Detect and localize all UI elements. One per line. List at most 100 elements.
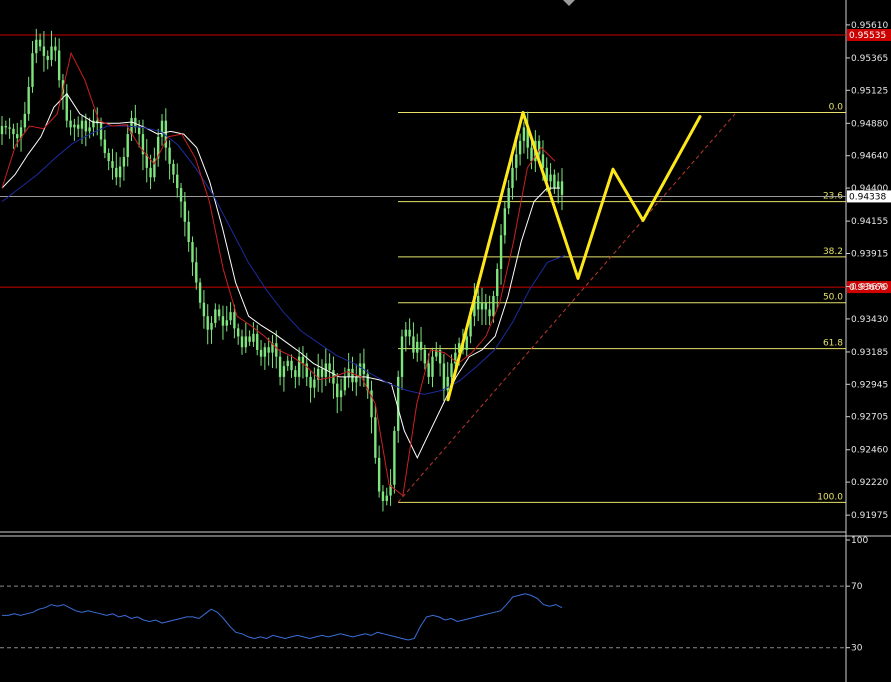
candle-body — [80, 120, 84, 129]
candle-body — [187, 221, 190, 243]
candle-body — [172, 163, 175, 175]
candle-body — [511, 167, 514, 189]
candle-body — [263, 347, 267, 357]
candle-body — [210, 322, 213, 330]
candle-body — [198, 282, 202, 303]
candle-body — [522, 127, 526, 141]
candle-body — [267, 347, 270, 353]
price-tick-label: 0.94400 — [851, 184, 888, 194]
candle-body — [560, 181, 564, 195]
candle-body — [480, 302, 484, 310]
candle-body — [221, 316, 225, 326]
price-tick-label: 0.94640 — [851, 152, 888, 162]
candle-body — [233, 312, 236, 329]
fib-level-label: 38.2 — [823, 247, 843, 257]
candle-body — [278, 356, 282, 377]
candle-body — [499, 235, 503, 269]
candle-body — [416, 341, 419, 353]
fib-level-label: 100.0 — [817, 492, 843, 502]
rsi-tick-label: 70 — [851, 582, 863, 592]
candle-body — [69, 120, 72, 128]
rsi-tick-label: 30 — [851, 644, 863, 654]
candle-body — [553, 174, 556, 189]
candle-body — [339, 390, 343, 398]
candle-body — [176, 174, 179, 189]
candle-body — [259, 349, 263, 357]
candle-body — [84, 120, 88, 132]
candle-body — [336, 383, 339, 398]
candle-body — [248, 336, 251, 342]
candle-body — [355, 376, 358, 383]
rsi-tick-label: 100 — [851, 536, 868, 546]
candle-body — [111, 161, 114, 168]
candle-body — [488, 309, 491, 317]
candle-body — [496, 269, 499, 296]
candle-body — [23, 113, 27, 128]
candle-body — [408, 329, 411, 337]
candle-body — [252, 333, 255, 342]
price-chart[interactable]: 0.023.638.250.061.8100.0 0.955350.936660… — [0, 0, 891, 682]
candle-body — [465, 336, 468, 350]
candle-body — [195, 262, 198, 283]
candle-body — [320, 368, 324, 377]
candle-body — [549, 174, 552, 182]
candle-body — [244, 336, 248, 348]
candle-body — [38, 39, 42, 47]
price-tick-label: 0.92705 — [851, 413, 888, 423]
candle-body — [286, 360, 289, 367]
candle-body — [236, 328, 240, 337]
candle-body — [393, 430, 396, 485]
price-tick-label: 0.92220 — [851, 478, 888, 488]
price-tick-label: 0.93670 — [851, 283, 888, 293]
candle-body — [374, 417, 377, 458]
candle-body — [137, 127, 141, 135]
candle-body — [476, 295, 480, 310]
candle-body — [103, 139, 107, 154]
candle-body — [88, 127, 91, 132]
candle-body — [160, 120, 164, 137]
candle-body — [27, 86, 30, 114]
candle-body — [256, 333, 259, 350]
candle-body — [57, 50, 61, 81]
candle-body — [183, 201, 187, 222]
candle-body — [225, 320, 228, 326]
candle-body — [518, 140, 522, 155]
candle-body — [450, 363, 453, 377]
candle-body — [65, 93, 68, 121]
fib-level-label: 50.0 — [823, 293, 843, 303]
candle-body — [191, 242, 194, 263]
candle-body — [50, 46, 53, 60]
fib-level-label: 61.8 — [823, 339, 843, 349]
candle-body — [35, 39, 38, 54]
candle — [393, 426, 396, 494]
candle-body — [427, 363, 430, 377]
candle-body — [282, 366, 286, 377]
price-tick-label: 0.92460 — [851, 446, 888, 456]
candle-body — [118, 166, 122, 178]
candle-body — [76, 124, 80, 129]
price-tick-label: 0.95610 — [851, 21, 888, 31]
price-tick-label: 0.93915 — [851, 249, 888, 259]
candle-body — [294, 370, 297, 377]
candle-body — [42, 46, 46, 56]
candle-body — [400, 336, 404, 377]
candle-body — [412, 336, 415, 353]
candle-body — [530, 147, 533, 162]
candle-body — [115, 167, 118, 178]
candle-body — [347, 368, 350, 377]
candle-body — [107, 153, 110, 162]
candle-body — [377, 457, 381, 492]
candle-body — [206, 316, 209, 330]
candle-body — [343, 376, 347, 391]
price-tick-label: 0.91975 — [851, 511, 888, 521]
fib-level-label: 0.0 — [829, 103, 844, 113]
candle-body — [492, 295, 495, 317]
candle-body — [179, 188, 183, 202]
candle-body — [381, 491, 385, 501]
candle-body — [309, 376, 312, 388]
candle-body — [484, 302, 488, 310]
candle-body — [507, 188, 510, 209]
candle-body — [358, 363, 362, 377]
candle-body — [16, 134, 19, 139]
candle-body — [240, 336, 244, 348]
